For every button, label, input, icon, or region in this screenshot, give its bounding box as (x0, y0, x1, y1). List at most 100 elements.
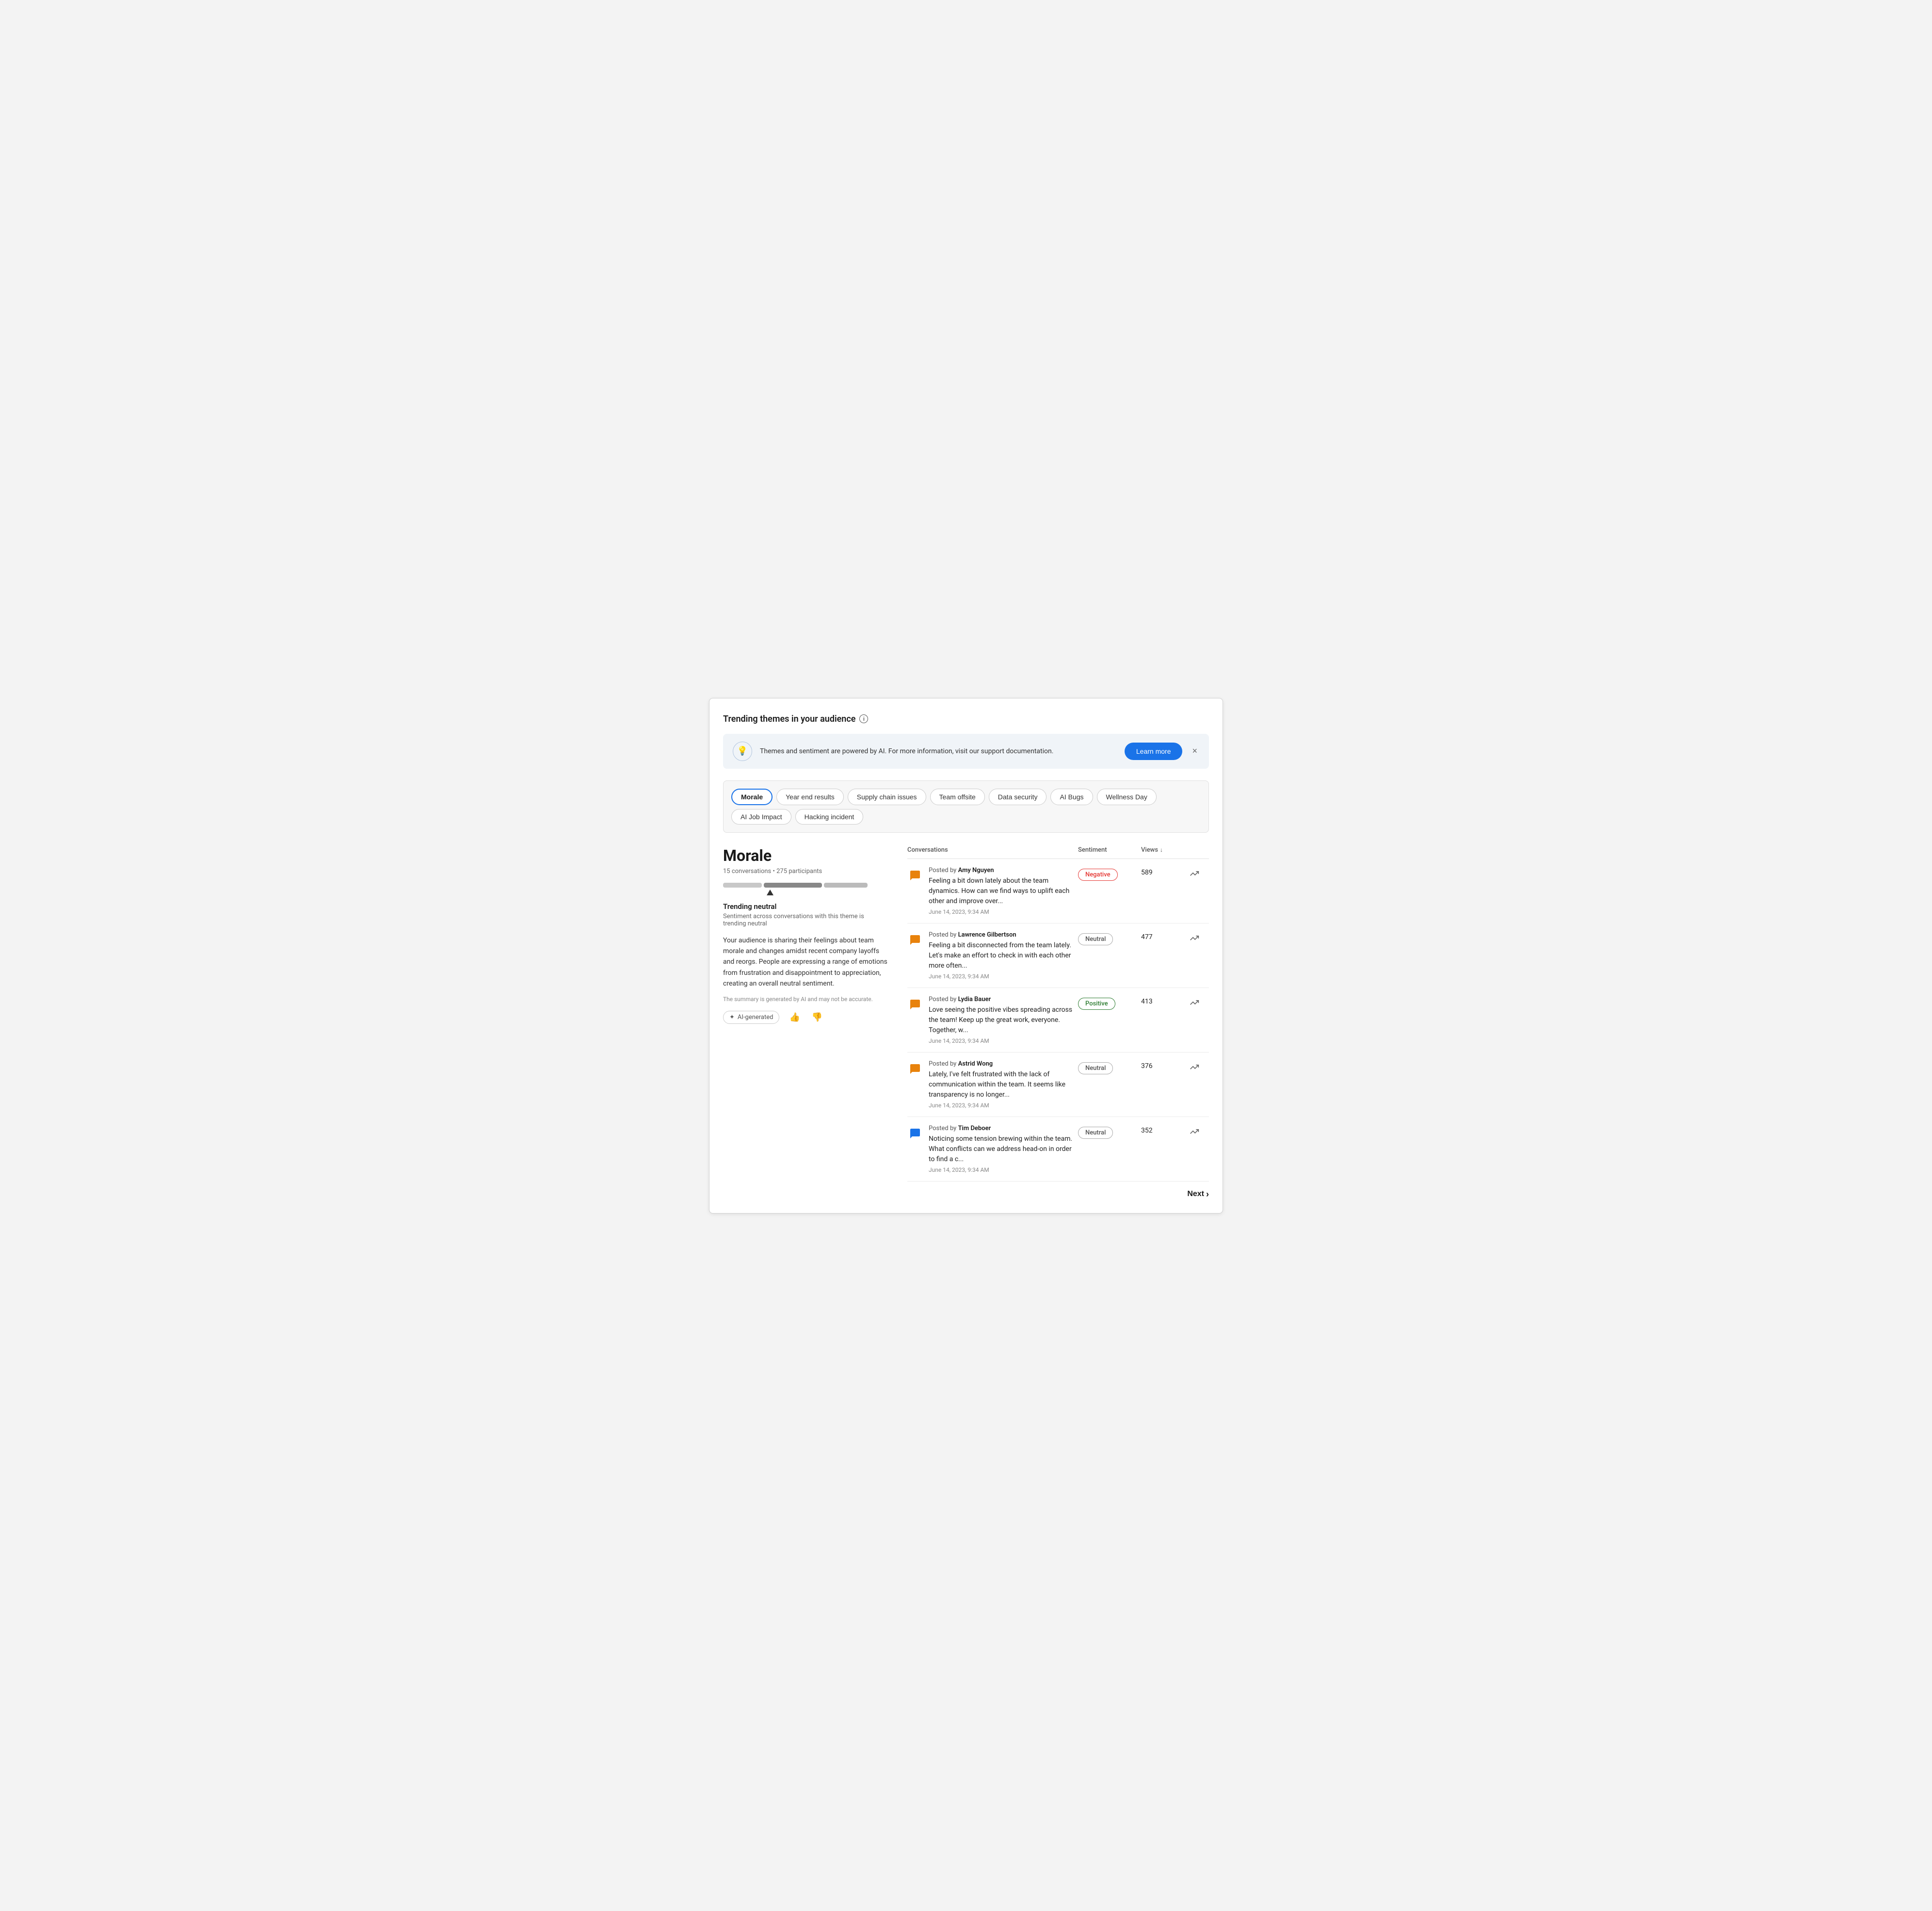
themes-filter-row: MoraleYear end resultsSupply chain issue… (723, 780, 1209, 833)
col-conversations: Conversations (907, 846, 1078, 854)
trend-icon-1[interactable] (1190, 933, 1199, 945)
conv-icon-0 (907, 868, 923, 883)
info-icon[interactable]: i (859, 714, 868, 723)
trending-sub: Sentiment across conversations with this… (723, 913, 888, 927)
bar-neutral (764, 883, 822, 888)
table-row: Posted by Lawrence Gilbertson Feeling a … (907, 923, 1209, 988)
theme-chip-morale[interactable]: Morale (731, 789, 773, 805)
theme-chip-team-offsite[interactable]: Team offsite (930, 789, 985, 805)
trend-icon-4[interactable] (1190, 1127, 1199, 1138)
page-header: Trending themes in your audience i (723, 714, 1209, 724)
sentiment-cell-2: Positive (1078, 996, 1141, 1010)
trend-icon-3[interactable] (1190, 1062, 1199, 1074)
views-cell-0: 589 (1141, 867, 1190, 876)
action-cell-3 (1190, 1060, 1209, 1074)
views-count-1: 477 (1141, 933, 1153, 941)
sentiment-badge-4: Neutral (1078, 1127, 1113, 1139)
right-panel: Conversations Sentiment Views ↓ Posted b… (907, 846, 1209, 1199)
sort-arrow-icon[interactable]: ↓ (1160, 846, 1163, 853)
next-button[interactable]: Next › (1187, 1189, 1209, 1199)
theme-description: Your audience is sharing their feelings … (723, 935, 888, 989)
banner-text: Themes and sentiment are powered by AI. … (760, 747, 1117, 755)
views-count-4: 352 (1141, 1127, 1153, 1134)
conv-icon-4 (907, 1126, 923, 1141)
theme-chip-wellness-day[interactable]: Wellness Day (1097, 789, 1157, 805)
table-row: Posted by Astrid Wong Lately, I've felt … (907, 1053, 1209, 1117)
views-count-2: 413 (1141, 998, 1153, 1005)
conv-author-2: Posted by Lydia Bauer (929, 996, 1078, 1003)
conv-date-3: June 14, 2023, 9:34 AM (929, 1102, 1078, 1109)
trend-icon-2[interactable] (1190, 998, 1199, 1009)
table-row: Posted by Tim Deboer Noticing some tensi… (907, 1117, 1209, 1182)
learn-more-button[interactable]: Learn more (1125, 743, 1183, 760)
conv-icon-1 (907, 932, 923, 948)
conv-content-3: Posted by Astrid Wong Lately, I've felt … (907, 1060, 1078, 1109)
sentiment-cell-3: Neutral (1078, 1060, 1141, 1074)
ai-banner: 💡 Themes and sentiment are powered by AI… (723, 734, 1209, 769)
views-cell-2: 413 (1141, 996, 1190, 1005)
sentiment-bar (723, 883, 888, 888)
page-title: Trending themes in your audience (723, 714, 855, 724)
banner-close-button[interactable]: × (1190, 744, 1199, 758)
ai-badge-label: AI-generated (738, 1014, 773, 1021)
theme-meta: 15 conversations • 275 participants (723, 868, 888, 875)
conv-date-2: June 14, 2023, 9:34 AM (929, 1037, 1078, 1044)
col-views: Views ↓ (1141, 846, 1190, 854)
table-row: Posted by Amy Nguyen Feeling a bit down … (907, 859, 1209, 923)
banner-icon: 💡 (733, 742, 752, 761)
conv-author-0: Posted by Amy Nguyen (929, 867, 1078, 874)
thumbs-down-button[interactable]: 👎 (810, 1010, 824, 1024)
conv-date-1: June 14, 2023, 9:34 AM (929, 973, 1078, 980)
pagination-row: Next › (907, 1182, 1209, 1199)
action-cell-0 (1190, 867, 1209, 880)
theme-chip-year-end-results[interactable]: Year end results (776, 789, 844, 805)
table-row: Posted by Lydia Bauer Love seeing the po… (907, 988, 1209, 1053)
bar-negative (723, 883, 762, 888)
theme-chip-ai-job-impact[interactable]: AI Job Impact (731, 809, 791, 825)
conv-body-0: Feeling a bit down lately about the team… (929, 876, 1078, 907)
sentiment-cell-1: Neutral (1078, 931, 1141, 945)
sentiment-badge-1: Neutral (1078, 933, 1113, 945)
theme-chip-supply-chain-issues[interactable]: Supply chain issues (848, 789, 926, 805)
trend-icon-0[interactable] (1190, 869, 1199, 880)
views-count-0: 589 (1141, 869, 1153, 876)
conv-body-4: Noticing some tension brewing within the… (929, 1134, 1078, 1165)
col-actions (1190, 846, 1209, 854)
theme-chip-ai-bugs[interactable]: AI Bugs (1050, 789, 1093, 805)
sentiment-badge-2: Positive (1078, 998, 1115, 1010)
conv-body-2: Love seeing the positive vibes spreading… (929, 1005, 1078, 1036)
col-sentiment: Sentiment (1078, 846, 1141, 854)
views-cell-4: 352 (1141, 1125, 1190, 1134)
conv-content-0: Posted by Amy Nguyen Feeling a bit down … (907, 867, 1078, 915)
conv-author-3: Posted by Astrid Wong (929, 1060, 1078, 1068)
ai-footer: ✦ AI-generated 👍 👎 (723, 1010, 888, 1024)
conv-body-3: Lately, I've felt frustrated with the la… (929, 1069, 1078, 1100)
next-label: Next (1187, 1190, 1204, 1198)
conv-text-1: Posted by Lawrence Gilbertson Feeling a … (929, 931, 1078, 980)
action-cell-1 (1190, 931, 1209, 945)
sentiment-cell-0: Negative (1078, 867, 1141, 881)
selected-theme-name: Morale (723, 846, 888, 865)
views-count-3: 376 (1141, 1062, 1153, 1070)
lightbulb-icon: 💡 (737, 746, 748, 756)
conv-text-0: Posted by Amy Nguyen Feeling a bit down … (929, 867, 1078, 915)
conv-author-4: Posted by Tim Deboer (929, 1125, 1078, 1132)
conv-content-1: Posted by Lawrence Gilbertson Feeling a … (907, 931, 1078, 980)
sentiment-cell-4: Neutral (1078, 1125, 1141, 1139)
action-cell-2 (1190, 996, 1209, 1009)
views-cell-1: 477 (1141, 931, 1190, 941)
theme-chip-hacking-incident[interactable]: Hacking incident (795, 809, 864, 825)
conv-text-3: Posted by Astrid Wong Lately, I've felt … (929, 1060, 1078, 1109)
views-cell-3: 376 (1141, 1060, 1190, 1070)
ai-badge: ✦ AI-generated (723, 1011, 779, 1024)
conv-content-4: Posted by Tim Deboer Noticing some tensi… (907, 1125, 1078, 1173)
theme-chip-data-security[interactable]: Data security (989, 789, 1047, 805)
thumbs-up-button[interactable]: 👍 (787, 1010, 802, 1024)
conv-body-1: Feeling a bit disconnected from the team… (929, 940, 1078, 971)
conversations-list: Posted by Amy Nguyen Feeling a bit down … (907, 859, 1209, 1182)
conv-icon-3 (907, 1061, 923, 1077)
conv-date-0: June 14, 2023, 9:34 AM (929, 908, 1078, 915)
conv-content-2: Posted by Lydia Bauer Love seeing the po… (907, 996, 1078, 1044)
table-header: Conversations Sentiment Views ↓ (907, 846, 1209, 859)
sentiment-badge-0: Negative (1078, 869, 1118, 881)
